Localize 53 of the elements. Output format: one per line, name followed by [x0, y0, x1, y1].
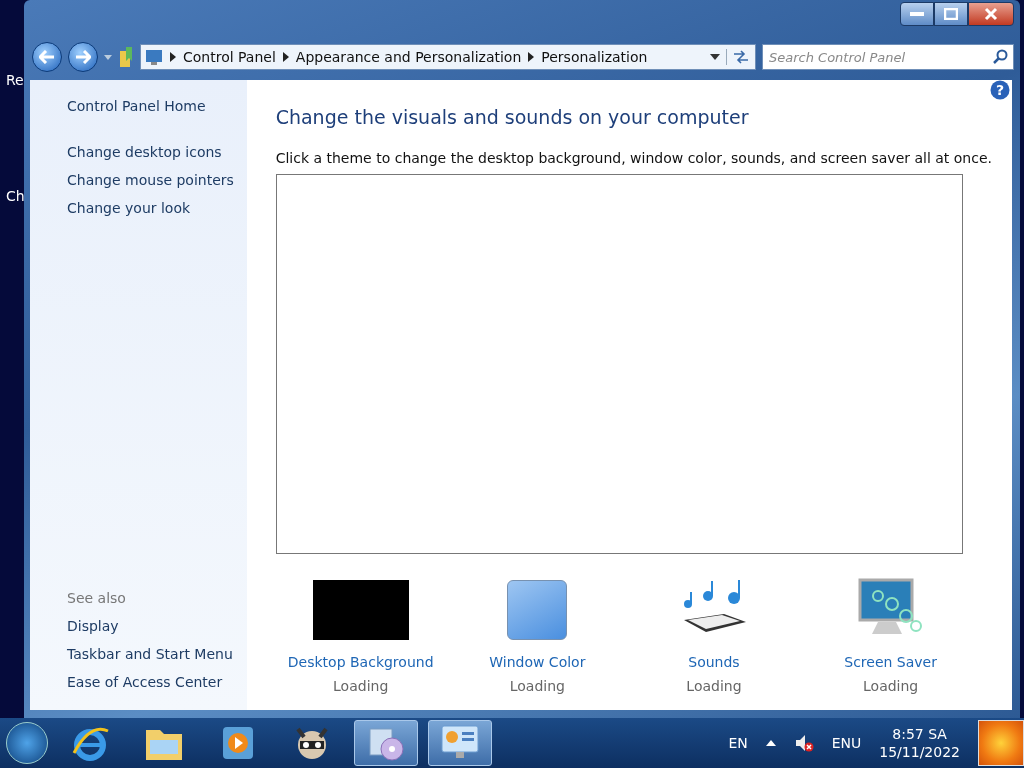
- right-arrow-icon: [75, 50, 91, 64]
- description-text: Click a theme to change the desktop background, window color, sounds, and screen saver all at once.: [275, 150, 992, 166]
- setting-link[interactable]: Window Color: [489, 654, 586, 670]
- user-picture[interactable]: [978, 720, 1024, 766]
- sidebar-link[interactable]: Change desktop icons: [67, 144, 247, 160]
- help-icon[interactable]: ?: [990, 80, 1010, 100]
- sidebar-link[interactable]: Change mouse pointers: [67, 172, 247, 188]
- minimize-button[interactable]: [900, 2, 934, 26]
- language-indicator[interactable]: EN: [728, 735, 748, 751]
- clock[interactable]: 8:57 SA 15/11/2022: [879, 726, 960, 760]
- start-button[interactable]: [6, 722, 48, 764]
- search-icon: [992, 49, 1008, 65]
- desktop-icon-label[interactable]: Re: [0, 72, 24, 88]
- address-bar[interactable]: Control Panel Appearance and Personalization Personalization: [140, 44, 756, 70]
- forward-button[interactable]: [68, 42, 98, 72]
- chevron-right-icon[interactable]: [527, 52, 536, 62]
- back-button[interactable]: [32, 42, 62, 72]
- search-field[interactable]: Search Control Panel: [762, 44, 1014, 70]
- muted-speaker-icon[interactable]: [793, 734, 814, 752]
- play-icon: [221, 725, 255, 761]
- close-button[interactable]: [968, 2, 1014, 26]
- left-arrow-icon: [39, 50, 55, 64]
- sidebar-link[interactable]: Change your look: [67, 200, 247, 216]
- input-indicator[interactable]: ENU: [831, 735, 862, 751]
- close-icon: [984, 7, 998, 21]
- maximize-icon: [944, 8, 958, 20]
- status-text: Loading: [509, 678, 565, 694]
- folder-bookmark-icon[interactable]: [118, 47, 134, 67]
- color-swatch: [507, 580, 568, 640]
- chevron-right-icon[interactable]: [281, 52, 290, 62]
- desktop-icon-label[interactable]: Ch: [0, 188, 24, 204]
- section-heading: See also: [67, 590, 127, 606]
- page-title: Change the visuals and sounds on your computer: [275, 106, 750, 128]
- sidebar-link[interactable]: Display: [67, 618, 247, 634]
- sidebar-link[interactable]: Taskbar and Start Menu: [67, 646, 247, 662]
- maximize-button[interactable]: [934, 2, 968, 26]
- sidebar-link[interactable]: Control Panel Home: [67, 98, 247, 114]
- chevron-right-icon[interactable]: [169, 52, 177, 62]
- status-text: Loading: [686, 678, 742, 694]
- breadcrumb-item[interactable]: Control Panel: [183, 49, 276, 65]
- setting-link[interactable]: Screen Saver: [844, 654, 937, 670]
- sidebar-link[interactable]: Ease of Access Center: [67, 674, 247, 690]
- up-caret-icon[interactable]: [765, 740, 776, 746]
- setting-link[interactable]: Sounds: [688, 654, 740, 670]
- breadcrumb-item[interactable]: Personalization: [541, 49, 648, 65]
- minimize-icon: [910, 12, 924, 16]
- breadcrumb-item[interactable]: Appearance and Personalization: [295, 49, 522, 65]
- dropdown-caret-icon[interactable]: [710, 54, 720, 60]
- control-panel-icon: [145, 49, 163, 65]
- setting-link[interactable]: Desktop Background: [287, 654, 434, 670]
- refresh-icon[interactable]: [726, 49, 751, 65]
- status-text: Loading: [863, 678, 919, 694]
- status-text: Loading: [333, 678, 389, 694]
